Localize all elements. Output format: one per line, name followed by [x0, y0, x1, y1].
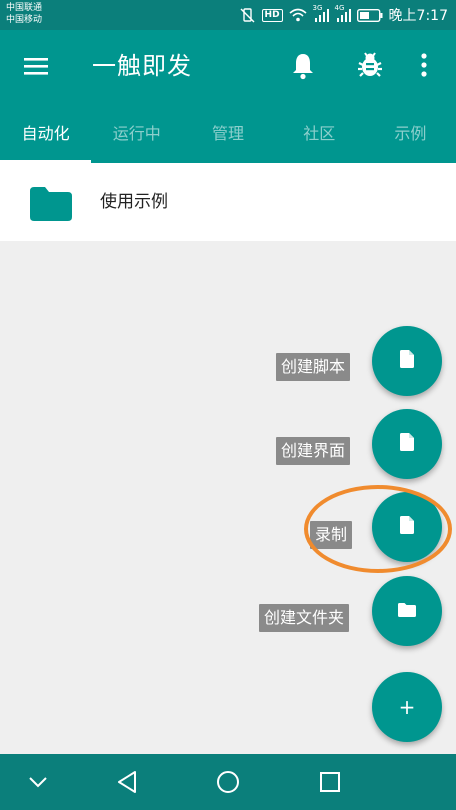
carrier-2: 中国移动 — [6, 15, 43, 25]
tab-automation[interactable]: 自动化 — [0, 110, 91, 163]
menu-icon[interactable] — [24, 56, 48, 80]
app-bar: 一触即发 自动化 运行中 管理 社区 示例 — [0, 30, 456, 163]
nav-collapse-icon[interactable] — [28, 773, 48, 792]
signal-4g-icon: 4G — [335, 4, 351, 22]
file-icon — [400, 350, 414, 372]
file-icon — [400, 516, 414, 538]
status-icons: HD 3G 4G 晚上7:17 — [240, 4, 448, 26]
record-label[interactable]: 录制 — [310, 521, 353, 549]
recents-icon[interactable] — [319, 771, 341, 797]
more-vert-icon[interactable] — [420, 52, 428, 82]
create-script-label[interactable]: 创建脚本 — [276, 353, 351, 381]
create-folder-button[interactable] — [372, 576, 442, 646]
list-item-label: 使用示例 — [100, 192, 168, 212]
tab-community[interactable]: 社区 — [274, 110, 365, 163]
home-icon[interactable] — [216, 770, 240, 798]
signal-3g-label: 3G — [312, 4, 323, 12]
folder-icon — [30, 187, 72, 225]
add-fab-button[interactable]: + — [372, 672, 442, 742]
plus-icon: + — [398, 695, 416, 719]
bell-icon[interactable] — [291, 52, 315, 84]
tab-examples[interactable]: 示例 — [365, 110, 456, 163]
back-icon[interactable] — [116, 770, 138, 798]
bug-icon[interactable] — [356, 51, 384, 83]
tab-running[interactable]: 运行中 — [91, 110, 182, 163]
carrier-1: 中国联通 — [6, 3, 43, 13]
system-nav-bar — [0, 754, 456, 810]
status-time: 晚上7:17 — [388, 8, 448, 24]
signal-3g-icon: 3G — [313, 4, 329, 22]
wifi-icon — [289, 8, 307, 22]
battery-icon — [356, 8, 383, 22]
mute-vibrate-icon — [240, 7, 256, 23]
create-ui-label[interactable]: 创建界面 — [276, 437, 351, 465]
create-folder-label[interactable]: 创建文件夹 — [259, 604, 350, 632]
list-item-examples[interactable]: 使用示例 — [0, 163, 456, 241]
folder-icon — [398, 602, 416, 621]
tab-bar: 自动化 运行中 管理 社区 示例 — [0, 110, 456, 163]
file-icon — [400, 433, 414, 455]
signal-4g-label: 4G — [334, 4, 345, 12]
carrier-info: 中国联通 中国移动 — [6, 2, 42, 26]
status-bar: 中国联通 中国移动 HD 3G 4G 晚上7:17 — [0, 0, 456, 30]
create-ui-button[interactable] — [372, 409, 442, 479]
app-title: 一触即发 — [92, 52, 192, 80]
hd-voice-icon: HD — [261, 8, 283, 22]
create-script-button[interactable] — [372, 326, 442, 396]
record-button[interactable] — [372, 492, 442, 562]
tab-manage[interactable]: 管理 — [182, 110, 273, 163]
